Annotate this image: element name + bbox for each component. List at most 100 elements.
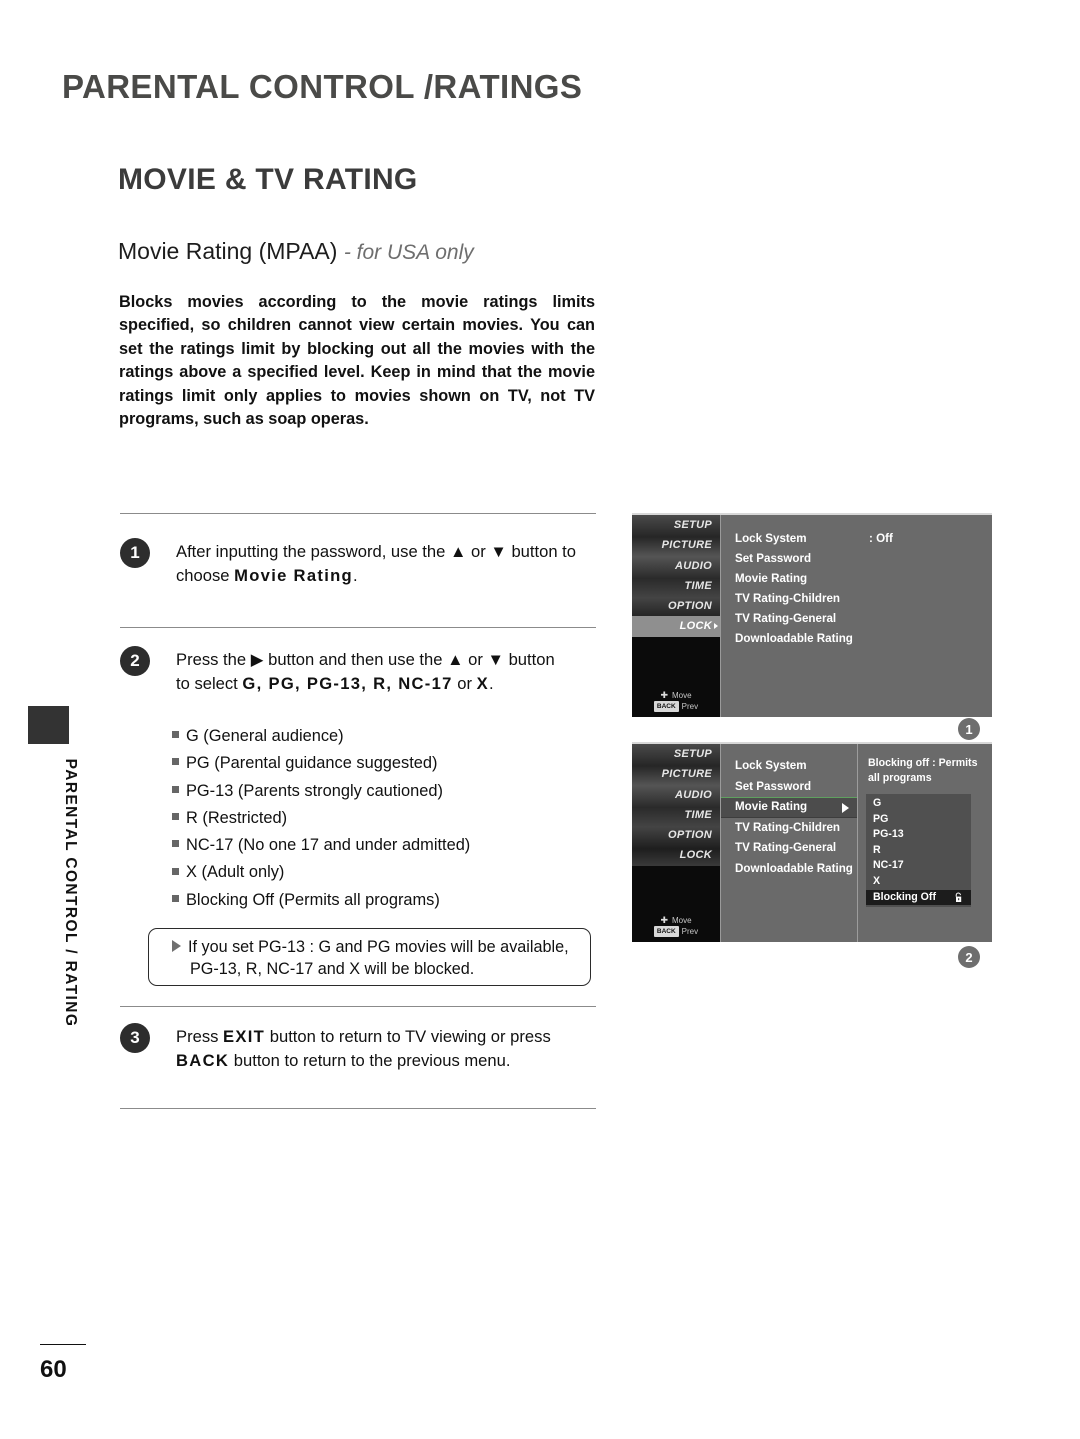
back-key-badge: BACK: [653, 701, 679, 712]
step-2-ratings: G, PG, PG-13, R, NC-17: [242, 673, 453, 693]
list-item: PG-13 (Parents strongly cautioned): [172, 778, 602, 805]
back-key-badge: BACK: [653, 926, 679, 937]
osd-hint-prev: BACK Prev: [632, 926, 720, 938]
square-bullet-icon: [172, 731, 179, 739]
osd-category-time[interactable]: TIME: [632, 805, 720, 825]
divider-rule: [120, 1108, 596, 1109]
step-1-text: After inputting the password, use the ▲ …: [176, 540, 594, 588]
osd-item-value: : Off: [869, 532, 893, 545]
triangle-right-icon: [172, 940, 181, 952]
down-arrow-icon: ▼: [490, 542, 507, 561]
osd-category-lock-label: LOCK: [679, 620, 712, 633]
osd-item-set-password[interactable]: Set Password: [721, 549, 992, 569]
rating-item-label: PG (Parental guidance suggested): [186, 754, 438, 773]
step-2-text: Press the ▶ button and then use the ▲ or…: [176, 648, 594, 696]
osd-item-label: TV Rating-Children: [735, 820, 840, 834]
osd-category-setup[interactable]: SETUP: [632, 744, 720, 764]
side-tab-label: PARENTAL CONTROL / RATING: [62, 758, 79, 1028]
osd-category-audio[interactable]: AUDIO: [632, 556, 720, 576]
osd-category-option[interactable]: OPTION: [632, 596, 720, 616]
step-2-line1-mid: button and then use the: [263, 650, 448, 669]
step-2-line1-mid2: or: [463, 650, 488, 669]
right-arrow-icon: ▶: [250, 650, 264, 669]
osd-option-x[interactable]: X: [866, 874, 971, 890]
osd-category-picture[interactable]: PICTURE: [632, 764, 720, 784]
step-2-line2-mid: or: [452, 673, 477, 693]
osd-item-label: TV Rating-General: [735, 612, 837, 625]
rating-item-label: Blocking Off (Permits all programs): [186, 890, 440, 909]
osd-panel-2-submenu: Blocking off : Permits all programs G PG…: [858, 744, 992, 942]
osd-item-label: Movie Rating: [735, 800, 808, 813]
osd-category-lock[interactable]: LOCK: [632, 616, 720, 637]
osd-item-label: Set Password: [735, 779, 812, 793]
osd-category-option[interactable]: OPTION: [632, 825, 720, 845]
osd-item-tv-rating-children[interactable]: TV Rating-Children: [721, 818, 857, 839]
osd-item-downloadable-rating[interactable]: Downloadable Rating: [721, 629, 992, 649]
step-1-menu-name: Movie Rating: [234, 565, 353, 585]
osd-hint-move: ✚ Move: [632, 915, 720, 926]
move-arrows-icon: ✚: [660, 915, 668, 925]
list-item: G (General audience): [172, 723, 602, 750]
up-arrow-icon: ▲: [449, 542, 467, 561]
step-1-line2-post: .: [352, 565, 358, 585]
osd-category-setup[interactable]: SETUP: [632, 515, 720, 535]
subsection-title-main: Movie Rating (MPAA): [118, 238, 338, 264]
osd-item-tv-rating-children[interactable]: TV Rating-Children: [721, 589, 992, 609]
step-3-number: 3: [120, 1023, 150, 1053]
osd-item-label: Downloadable Rating: [735, 861, 853, 875]
osd-hint-prev-label: Prev: [681, 927, 699, 936]
step-2-line1-pre: Press the: [176, 650, 251, 669]
step-1-line1-mid: or: [466, 542, 491, 561]
osd-item-lock-system[interactable]: Lock System: Off: [721, 529, 992, 549]
divider-rule: [120, 513, 596, 514]
osd-item-tv-rating-general[interactable]: TV Rating-General: [721, 609, 992, 629]
osd-option-r[interactable]: R: [866, 843, 971, 859]
up-arrow-icon: ▲: [447, 650, 464, 669]
osd-option-blocking-off[interactable]: Blocking Off: [866, 889, 971, 906]
osd-item-movie-rating[interactable]: Movie Rating: [721, 569, 992, 589]
rating-item-label: G (General audience): [186, 727, 344, 745]
rating-definition-list: G (General audience) PG (Parental guidan…: [172, 723, 602, 914]
osd-panel-1-list: Lock System: Off Set Password Movie Rati…: [721, 529, 992, 649]
step-3-text: Press EXIT button to return to TV viewin…: [176, 1025, 594, 1073]
step-3-line2-post: button to return to the previous menu.: [229, 1050, 511, 1070]
osd-item-set-password[interactable]: Set Password: [721, 777, 857, 798]
osd-item-label: Lock System: [735, 759, 807, 772]
osd-option-pg[interactable]: PG: [866, 812, 971, 828]
osd-hint-move-label: Move: [671, 916, 692, 925]
footer-rule: [40, 1344, 86, 1345]
osd-option-description: Blocking off : Permits all programs: [868, 757, 978, 784]
osd-screenshot-1: SETUP PICTURE AUDIO TIME OPTION LOCK ✚ Mo…: [632, 513, 992, 717]
osd-item-downloadable-rating[interactable]: Downloadable Rating: [721, 859, 857, 880]
osd-item-label: Movie Rating: [735, 572, 808, 585]
note-line-1-wrap: If you set PG-13 : G and PG movies will …: [172, 936, 582, 960]
list-item: Blocking Off (Permits all programs): [172, 887, 602, 914]
osd-category-picture[interactable]: PICTURE: [632, 535, 720, 555]
square-bullet-icon: [172, 758, 179, 766]
section-title: MOVIE & TV RATING: [118, 163, 418, 196]
exit-key-label: EXIT: [223, 1027, 266, 1046]
chevron-right-icon: [714, 623, 718, 630]
osd-hint-prev: BACK Prev: [632, 701, 720, 713]
osd-option-nc17[interactable]: NC-17: [866, 858, 971, 874]
list-item: PG (Parental guidance suggested): [172, 750, 602, 777]
osd-category-time[interactable]: TIME: [632, 576, 720, 596]
down-arrow-icon: ▼: [487, 650, 504, 669]
osd-item-lock-system[interactable]: Lock System: [721, 756, 857, 777]
osd-option-pg13[interactable]: PG-13: [866, 827, 971, 843]
rating-item-label: X (Adult only): [186, 863, 285, 882]
move-arrows-icon: ✚: [660, 690, 668, 700]
osd-item-tv-rating-general[interactable]: TV Rating-General: [721, 838, 857, 859]
osd-item-movie-rating-selected[interactable]: Movie Rating: [721, 797, 857, 818]
osd-category-lock[interactable]: LOCK: [632, 845, 720, 865]
step-1-line1-pre: After inputting the password, use the: [176, 542, 450, 561]
osd-hint-move-label: Move: [671, 691, 692, 700]
osd-hint-move: ✚ Move: [632, 690, 720, 701]
square-bullet-icon: [172, 785, 179, 793]
osd-category-audio[interactable]: AUDIO: [632, 785, 720, 805]
back-key-label: BACK: [176, 1050, 230, 1070]
note-line-2: PG-13, R, NC-17 and X will be blocked.: [190, 960, 475, 978]
osd-category-sidebar: SETUP PICTURE AUDIO TIME OPTION LOCK ✚ Mo…: [632, 515, 721, 717]
rating-item-label: NC-17 (No one 17 and under admitted): [186, 836, 471, 855]
osd-option-g[interactable]: G: [866, 796, 971, 812]
